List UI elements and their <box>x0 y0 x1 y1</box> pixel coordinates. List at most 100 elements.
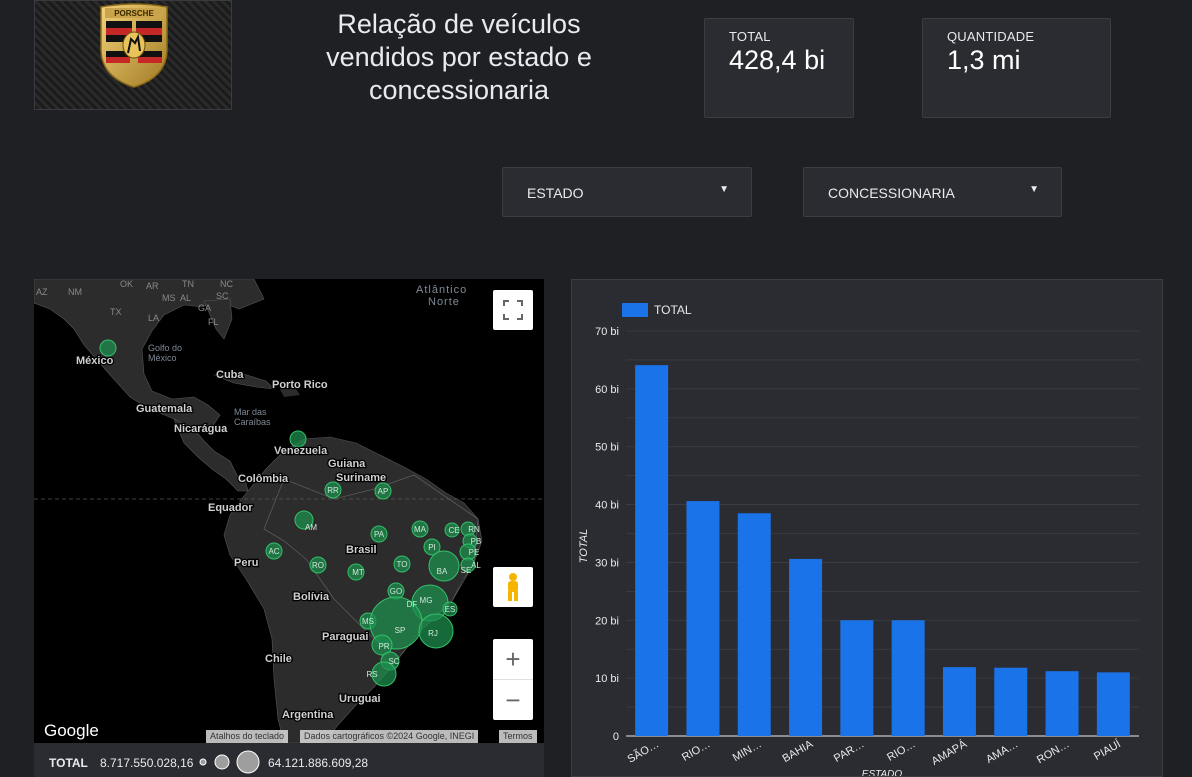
legend-min-value: 8.717.550.028,16 <box>100 756 194 770</box>
map-label: AR <box>146 281 159 291</box>
kpi-quantidade-label: QUANTIDADE <box>947 29 1035 44</box>
map-label: Suriname <box>336 472 386 484</box>
legend-swatch <box>622 303 648 317</box>
pegman-button[interactable] <box>493 567 533 607</box>
caret-down-icon: ▼ <box>719 184 729 195</box>
x-tick-label: RIO… <box>885 738 917 764</box>
fullscreen-icon <box>503 300 523 320</box>
bubble-ba[interactable] <box>428 550 460 582</box>
y-tick-label: 20 bi <box>595 615 619 627</box>
map-label: Golfo do <box>148 343 182 353</box>
map-label: México <box>76 355 114 367</box>
title-line: concessionaria <box>368 75 550 105</box>
bubble-label: AC <box>268 547 279 556</box>
bubble-label: SE <box>461 566 472 575</box>
bubble-map[interactable]: AZ NM OK AR TN NC MS AL GA SC TX LA FL A… <box>34 279 544 777</box>
bubble-label: AM <box>305 523 317 532</box>
bubble-label: BA <box>437 567 448 576</box>
kpi-total-label: TOTAL <box>729 29 771 44</box>
bubble-label: PE <box>469 548 480 557</box>
bar[interactable] <box>737 513 771 736</box>
map-label: Cuba <box>216 369 244 381</box>
bubble-label: RJ <box>428 629 438 638</box>
x-axis-title: ESTADO <box>862 769 903 777</box>
concessionaria-filter-label: CONCESSIONARIA <box>828 185 955 201</box>
x-tick-label: SÃO… <box>625 737 661 765</box>
fullscreen-button[interactable] <box>493 290 533 330</box>
concessionaria-filter-dropdown[interactable]: CONCESSIONARIA ▼ <box>803 167 1062 217</box>
map-label: Colômbia <box>238 473 289 485</box>
bubble-label: MS <box>362 617 374 626</box>
bubble-label: RO <box>312 561 324 570</box>
porsche-crest-icon: PORSCHE <box>100 3 168 88</box>
map-label: Atlântico <box>416 284 467 296</box>
bubble-label: DF <box>407 600 418 609</box>
bar[interactable] <box>686 501 720 736</box>
bubble-label: PB <box>471 537 482 546</box>
map-label: Guiana <box>328 458 366 470</box>
bubble-label: AP <box>378 487 389 496</box>
map-label: Nicarágua <box>174 423 228 435</box>
estado-filter-dropdown[interactable]: ESTADO ▼ <box>502 167 752 217</box>
bar[interactable] <box>1096 672 1130 736</box>
bubble-mexico[interactable] <box>99 339 117 357</box>
map-label: Peru <box>234 557 258 569</box>
bubble-label: PR <box>378 642 389 651</box>
map-label: Porto Rico <box>272 379 328 391</box>
bubble-label: SC <box>388 657 399 666</box>
map-label: Guatemala <box>136 403 193 415</box>
bubble-label: RS <box>366 670 377 679</box>
zoom-in-button[interactable]: + <box>493 639 533 680</box>
legend-size-scale <box>199 750 260 774</box>
map-label: Chile <box>265 653 292 665</box>
y-tick-label: 10 bi <box>595 673 619 685</box>
y-axis-title: TOTAL <box>578 529 590 563</box>
x-axis-ticks: SÃO… RIO… MIN… BAHIA PAR… RIO… AMAPÁ AMA… RON… PI… <box>625 737 1124 768</box>
page-title: Relação de veículos vendidos por estado … <box>300 8 618 107</box>
bar[interactable] <box>840 620 874 736</box>
map-label: Argentina <box>282 709 334 721</box>
kpi-total-value: 428,4 bi <box>729 45 826 75</box>
y-tick-label: 0 <box>613 731 619 743</box>
x-tick-label: RON… <box>1035 738 1072 766</box>
map-label: Venezuela <box>274 445 328 457</box>
bar[interactable] <box>789 558 823 736</box>
map-label: Bolívia <box>293 591 330 603</box>
x-tick-label: BAHIA <box>780 738 815 765</box>
keyboard-shortcuts-link[interactable]: Atalhos do teclado <box>206 730 289 743</box>
bubble-label: MA <box>414 525 427 534</box>
bar[interactable] <box>635 365 669 736</box>
terms-link[interactable]: Termos <box>499 730 537 743</box>
map-label: Uruguai <box>339 693 381 705</box>
zoom-out-button[interactable]: − <box>493 680 533 720</box>
bubble-label: AL <box>471 561 481 570</box>
chart-bars[interactable] <box>635 365 1130 736</box>
map-label: MS <box>162 293 176 303</box>
bar-chart[interactable]: TOTAL TOTAL ESTADO 0 10 bi 20 bi 30 bi 40 bi… <box>571 279 1163 777</box>
map-label: GA <box>198 303 211 313</box>
title-line: vendidos por estado e <box>326 42 592 72</box>
bubble-label: ES <box>445 605 456 614</box>
porsche-logo: PORSCHE <box>34 0 232 110</box>
bubble-label: MG <box>420 596 433 605</box>
map-data-attribution: Dados cartográficos ©2024 Google, INEGI <box>300 730 479 743</box>
bubble-label: MT <box>352 568 364 577</box>
bar[interactable] <box>891 620 925 736</box>
x-tick-label: MIN… <box>731 738 764 764</box>
x-tick-label: PAR… <box>832 738 866 765</box>
map-label: OK <box>120 279 133 289</box>
map-label: Caraíbas <box>234 417 271 427</box>
legend-label: TOTAL <box>49 756 88 770</box>
bar[interactable] <box>994 667 1028 736</box>
map-label: Equador <box>208 502 253 514</box>
logo-text: PORSCHE <box>114 9 154 18</box>
y-axis-ticks: 0 10 bi 20 bi 30 bi 40 bi 50 bi 60 bi 70 bi <box>595 326 619 743</box>
x-tick-label: AMAPÁ <box>929 737 969 768</box>
x-tick-label: PIAUÍ <box>1091 737 1123 763</box>
map-canvas[interactable]: AZ NM OK AR TN NC MS AL GA SC TX LA FL A… <box>34 279 544 743</box>
bar[interactable] <box>1045 671 1079 736</box>
x-tick-label: RIO… <box>680 738 712 764</box>
pegman-icon <box>508 573 518 601</box>
map-label: Paraguai <box>322 631 368 643</box>
bar[interactable] <box>942 667 976 736</box>
